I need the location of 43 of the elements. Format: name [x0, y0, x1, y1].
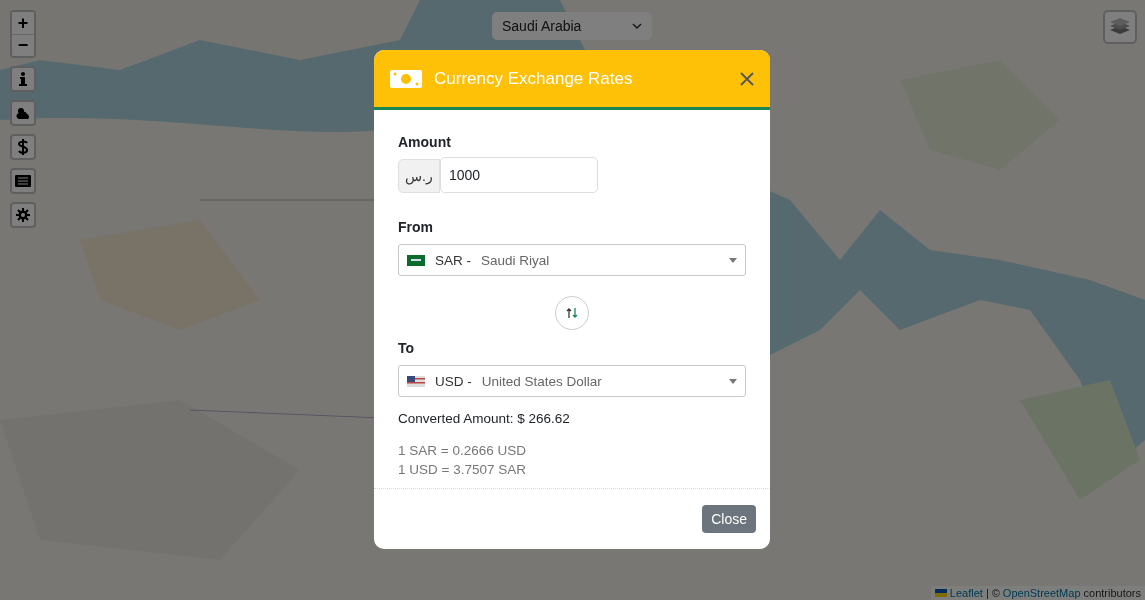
- newspaper-icon: [15, 175, 31, 187]
- flag-icon: [407, 375, 425, 387]
- exchange-rate: 1 SAR = 0.2666 USD: [398, 442, 527, 460]
- flag-icon: [407, 254, 425, 266]
- weather-icon: [15, 106, 31, 120]
- banknote-icon: [390, 67, 422, 90]
- copyright-sign: ©: [991, 587, 1000, 599]
- leaflet-link[interactable]: Leaflet: [949, 587, 983, 599]
- swap-button[interactable]: [555, 296, 589, 330]
- flag-icon: [934, 589, 947, 597]
- amount-field[interactable]: 1000: [440, 157, 598, 193]
- settings-button[interactable]: [10, 202, 36, 228]
- info-icon: [19, 72, 27, 86]
- caret-icon: [729, 378, 737, 384]
- close-button[interactable]: [738, 69, 756, 88]
- close-button[interactable]: Close: [702, 505, 756, 533]
- select-value: Saudi Arabia: [502, 18, 582, 34]
- settings-icon: [16, 208, 30, 222]
- layers-icon: [1110, 18, 1130, 36]
- swap-icon: [566, 307, 578, 319]
- country-select[interactable]: Saudi Arabia: [492, 12, 652, 40]
- exchange-rate: 1 USD = 3.7507 SAR: [398, 461, 527, 479]
- openstreetmap-link[interactable]: OpenStreetMap: [1002, 587, 1081, 599]
- dollar-icon: [18, 139, 28, 155]
- layers-button[interactable]: [1103, 10, 1137, 44]
- separator: |: [985, 587, 989, 599]
- attribution-text: contributors: [1083, 587, 1141, 599]
- zoom-button[interactable]: −: [12, 34, 34, 56]
- modal-title: Currency Exchange Rates: [434, 68, 634, 89]
- info-button[interactable]: [10, 66, 36, 92]
- news-button[interactable]: [10, 168, 36, 194]
- field-label: From: [398, 219, 434, 235]
- caret-icon: [729, 257, 737, 263]
- weather-button[interactable]: [10, 100, 36, 126]
- currency-select[interactable]: USD - United States Dollar: [398, 365, 746, 397]
- currency-select[interactable]: SAR - Saudi Riyal: [398, 244, 746, 276]
- close-icon: [738, 69, 756, 88]
- converted-amount: Converted Amount: $ 266.62: [398, 411, 571, 426]
- chevron-down-icon: [632, 23, 642, 29]
- currency-button[interactable]: [10, 134, 36, 160]
- currency-symbol: ر.س: [398, 159, 440, 193]
- field-label: To: [398, 340, 416, 356]
- field-label: Amount: [398, 134, 452, 150]
